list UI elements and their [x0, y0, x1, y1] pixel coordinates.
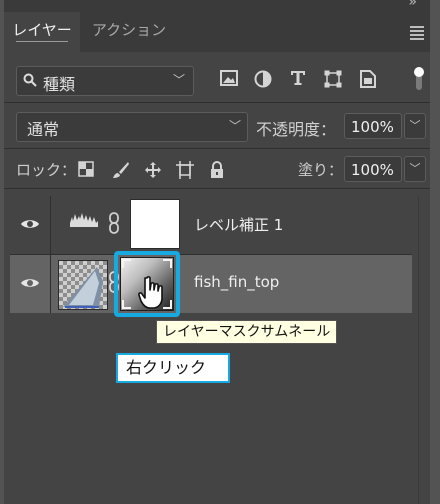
hand-pointer-cursor-icon — [138, 276, 163, 309]
filter-toggle-switch[interactable] — [414, 66, 424, 92]
panel-menu-icon[interactable] — [410, 26, 424, 42]
fish-fin-image-icon — [63, 267, 103, 308]
image-filter-icon[interactable] — [220, 70, 238, 86]
adjustment-filter-icon[interactable] — [254, 70, 272, 88]
blend-mode-select[interactable]: 通常 ﹀ — [16, 112, 248, 142]
lock-transparent-pixels-icon[interactable] — [78, 161, 94, 177]
smart-object-filter-icon[interactable] — [360, 70, 376, 88]
lock-artboard-icon[interactable] — [176, 161, 194, 179]
divider — [4, 102, 430, 103]
opacity-input[interactable]: 100% — [344, 113, 402, 139]
collapse-arrows-icon[interactable]: » — [408, 0, 417, 10]
scroll-track[interactable] — [418, 196, 419, 504]
layer-row[interactable]: fish_fin_top — [10, 255, 412, 313]
levels-adjustment-icon — [70, 213, 98, 227]
divider — [4, 188, 430, 189]
fill-dropdown-button[interactable]: ﹀ — [404, 156, 426, 182]
tab-bar: レイヤー アクション — [4, 0, 430, 52]
layer-row[interactable]: レベル補正 1 — [10, 196, 412, 255]
lock-label: ロック： — [16, 161, 77, 179]
blend-mode-value: 通常 — [27, 120, 60, 139]
filter-kind-label: 種類 — [43, 75, 76, 94]
layers-panel: レイヤー アクション » 種類 ﹀ 通常 ﹀ 不透明度： 100% ﹀ ロック：… — [4, 0, 430, 504]
layer-name[interactable]: レベル補正 1 — [194, 214, 283, 235]
tab-actions-label: アクション — [91, 21, 167, 39]
chevron-down-icon: ﹀ — [172, 73, 185, 87]
mask-link-icon[interactable] — [108, 212, 120, 234]
layer-mask-thumbnail[interactable] — [130, 199, 180, 249]
divider — [4, 148, 430, 149]
opacity-label: 不透明度： — [256, 120, 337, 139]
visibility-eye-icon[interactable] — [20, 217, 40, 231]
active-tab-underline — [16, 41, 68, 42]
type-filter-icon[interactable] — [290, 70, 306, 86]
lock-image-pixels-icon[interactable] — [112, 161, 130, 179]
search-icon — [23, 73, 37, 87]
visibility-eye-icon[interactable] — [20, 276, 40, 290]
layer-thumbnail[interactable] — [58, 260, 108, 310]
tooltip: レイヤーマスクサムネール — [156, 320, 338, 344]
tab-layers-label: レイヤー — [12, 21, 72, 39]
tab-actions[interactable]: アクション — [84, 12, 174, 52]
divider — [50, 196, 51, 254]
fill-input[interactable]: 100% — [344, 156, 402, 182]
tab-layers[interactable]: レイヤー — [4, 12, 80, 52]
shape-filter-icon[interactable] — [324, 70, 342, 88]
opacity-dropdown-button[interactable]: ﹀ — [404, 113, 426, 139]
divider — [50, 255, 51, 313]
lock-position-icon[interactable] — [144, 161, 162, 179]
filter-kind-select[interactable]: 種類 ﹀ — [16, 66, 194, 96]
lock-all-icon[interactable] — [210, 161, 224, 179]
instruction-callout: 右クリック — [116, 353, 230, 383]
chevron-down-icon: ﹀ — [228, 119, 241, 133]
fill-label: 塗り： — [298, 161, 344, 179]
layer-name[interactable]: fish_fin_top — [194, 273, 279, 291]
